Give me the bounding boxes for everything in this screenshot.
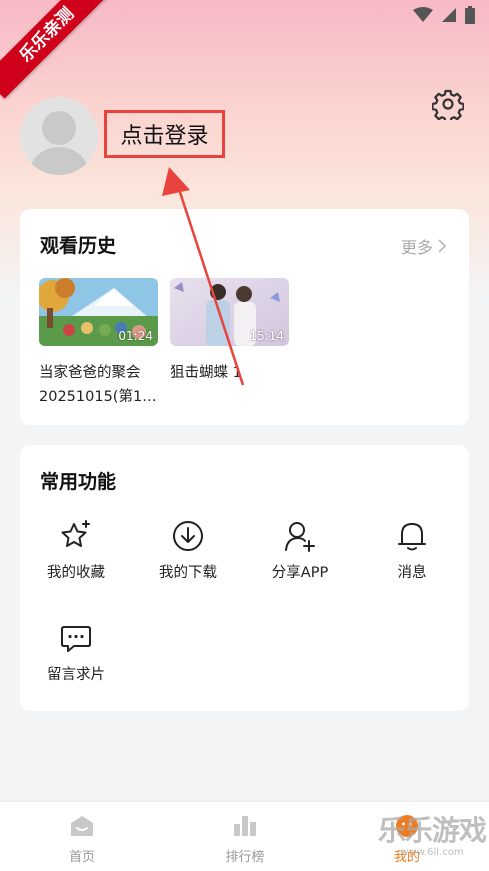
profile-icon bbox=[396, 815, 418, 837]
tab-profile-label: 我的 bbox=[393, 850, 420, 865]
more-link[interactable]: 更多 bbox=[401, 234, 447, 258]
more-label: 更多 bbox=[400, 238, 433, 257]
wifi-icon bbox=[413, 7, 433, 22]
share-app-button[interactable]: 分享APP bbox=[250, 519, 350, 582]
messages-button[interactable]: 消息 bbox=[362, 519, 462, 582]
history-thumbnail-2[interactable]: 15:14 bbox=[170, 278, 289, 346]
request-movie-button[interactable]: 留言求片 bbox=[26, 621, 126, 684]
functions-title: 常用功能 bbox=[40, 471, 117, 493]
history-title: 观看历史 bbox=[40, 235, 117, 257]
login-label: 点击登录 bbox=[120, 124, 209, 149]
functions-card: 常用功能 我的收藏 我的下载 分享APP 消息 留言求片 bbox=[20, 445, 469, 711]
chat-bubble-icon bbox=[61, 626, 91, 652]
star-sparkle-icon bbox=[61, 520, 90, 547]
favorites-label: 我的收藏 bbox=[47, 565, 105, 581]
bell-icon bbox=[398, 523, 426, 551]
messages-label: 消息 bbox=[397, 565, 427, 581]
history-thumbnail-1[interactable]: 01:24 bbox=[39, 278, 158, 346]
tab-home[interactable]: 首页 bbox=[22, 802, 142, 871]
battery-icon bbox=[465, 6, 475, 24]
bar-chart-icon bbox=[234, 816, 256, 836]
signal-icon bbox=[442, 8, 456, 22]
tab-profile[interactable]: 我的 bbox=[347, 802, 467, 871]
history-card: 观看历史 更多 01:24 15:14 当家爸爸的聚会20251015(第1… … bbox=[20, 209, 469, 425]
download-icon bbox=[173, 521, 203, 551]
avatar[interactable] bbox=[20, 97, 98, 175]
tab-ranking-label: 排行榜 bbox=[225, 850, 265, 865]
share-app-label: 分享APP bbox=[271, 565, 329, 581]
add-user-icon bbox=[285, 522, 315, 552]
duration-badge: 15:14 bbox=[249, 329, 284, 343]
tab-home-label: 首页 bbox=[68, 850, 95, 865]
login-button[interactable]: 点击登录 bbox=[104, 110, 225, 158]
history-item-title[interactable]: 狙击蝴蝶 1 bbox=[170, 361, 292, 385]
request-movie-label: 留言求片 bbox=[47, 667, 105, 683]
tab-ranking[interactable]: 排行榜 bbox=[185, 802, 305, 871]
downloads-label: 我的下载 bbox=[159, 565, 217, 581]
bottom-tab-bar: 首页 排行榜 我的 bbox=[0, 801, 489, 871]
home-icon bbox=[71, 816, 93, 836]
downloads-button[interactable]: 我的下载 bbox=[138, 519, 238, 582]
settings-gear-icon[interactable] bbox=[432, 88, 464, 120]
duration-badge: 01:24 bbox=[118, 329, 153, 343]
history-item-title[interactable]: 当家爸爸的聚会20251015(第1… bbox=[39, 361, 161, 409]
favorites-button[interactable]: 我的收藏 bbox=[26, 519, 126, 582]
chevron-right-icon bbox=[438, 239, 447, 253]
